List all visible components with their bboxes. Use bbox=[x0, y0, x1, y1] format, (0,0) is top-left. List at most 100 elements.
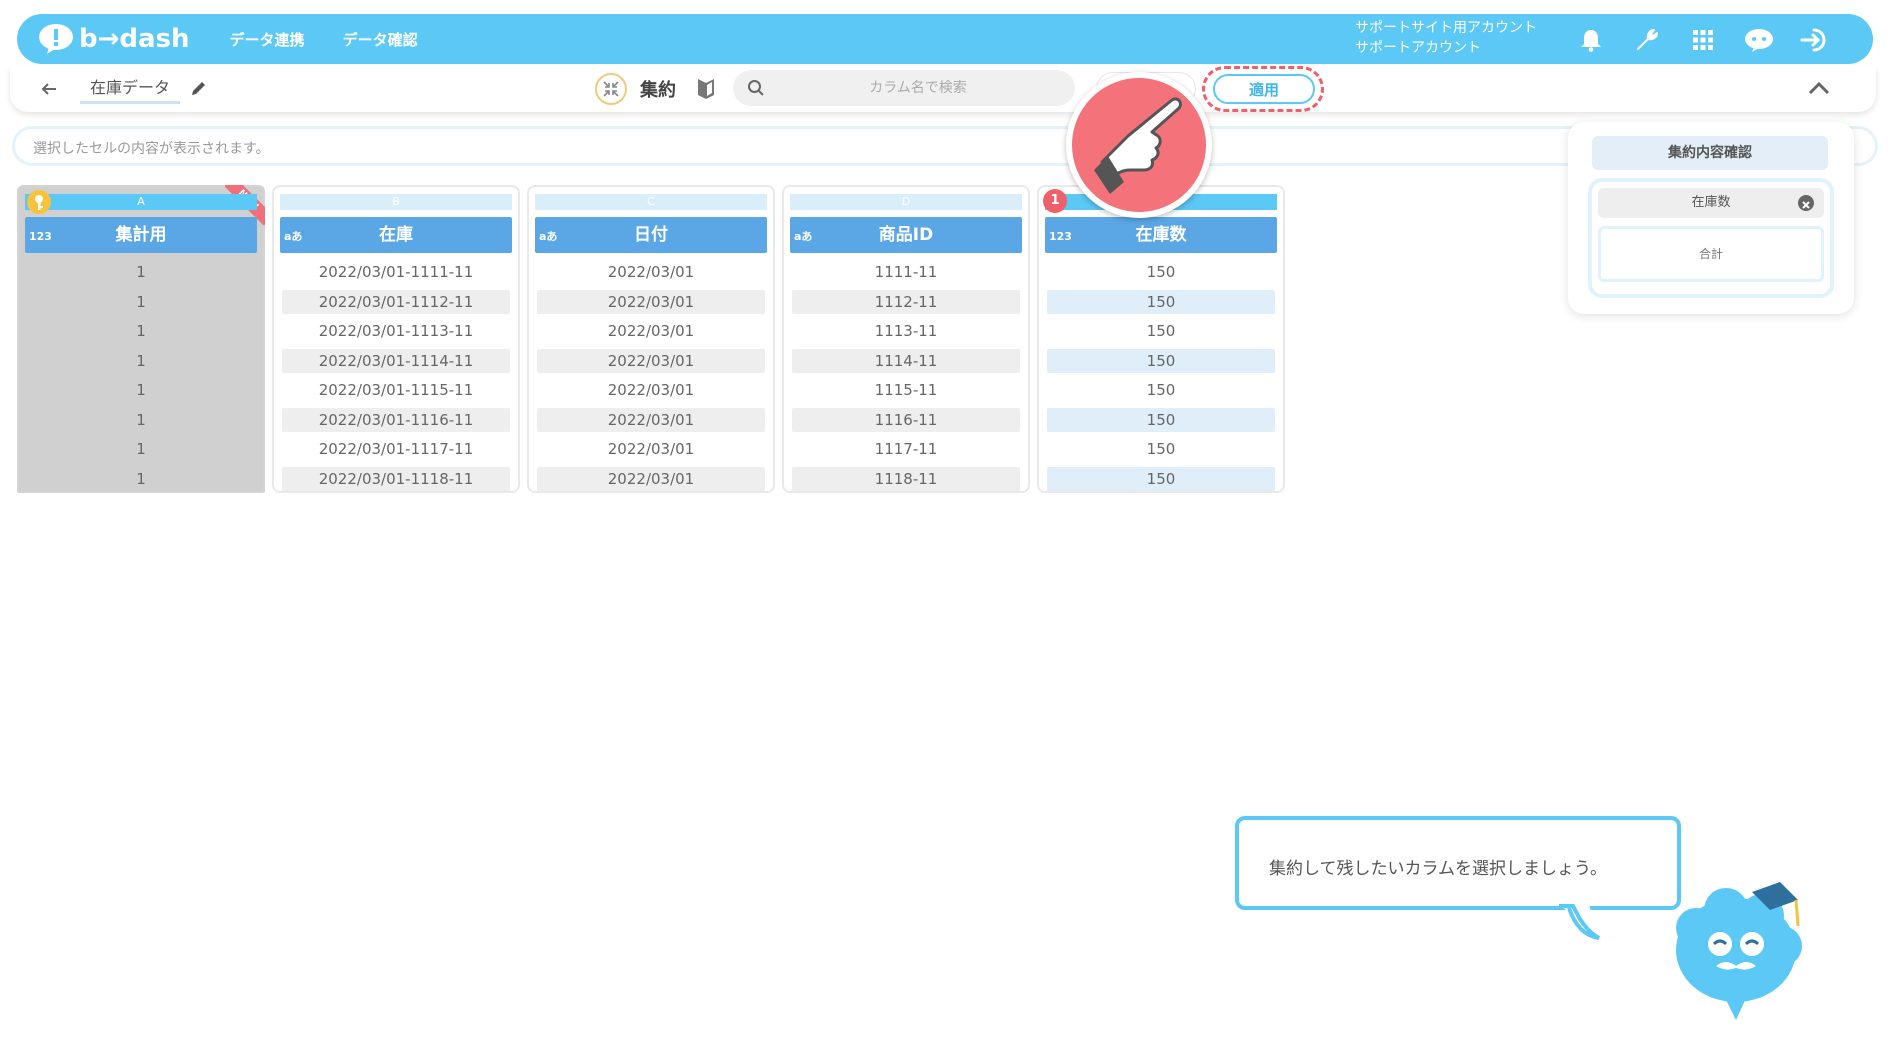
table-cell[interactable]: 150 bbox=[1047, 437, 1275, 461]
column-a[interactable]: NEW A 123 集計用 1 1 1 1 1 1 1 1 bbox=[17, 185, 265, 493]
logout-icon[interactable] bbox=[1799, 24, 1831, 56]
column-search[interactable] bbox=[733, 70, 1075, 106]
table-cell[interactable]: 150 bbox=[1047, 408, 1275, 432]
back-arrow-icon[interactable] bbox=[38, 78, 60, 100]
nav-data-check[interactable]: データ確認 bbox=[343, 29, 418, 50]
panel-title: 集約内容確認 bbox=[1592, 136, 1828, 170]
text-type-icon: aあ bbox=[539, 230, 558, 243]
column-header[interactable]: aあ 在庫 bbox=[280, 217, 512, 253]
chevron-up-icon[interactable] bbox=[1806, 76, 1832, 102]
bell-icon[interactable] bbox=[1575, 24, 1607, 56]
table-cell[interactable]: 150 bbox=[1047, 290, 1275, 314]
account-info[interactable]: サポートサイト用アカウント サポートアカウント bbox=[1355, 18, 1537, 58]
table-cell[interactable]: 1113-11 bbox=[792, 319, 1020, 343]
brand-logo[interactable]: b→dash bbox=[37, 23, 190, 55]
table-cell[interactable]: 1115-11 bbox=[792, 378, 1020, 402]
table-cell[interactable]: 2022/03/01 bbox=[537, 260, 765, 284]
column-letter[interactable]: B bbox=[280, 194, 512, 210]
table-cell[interactable]: 2022/03/01-1116-11 bbox=[282, 408, 510, 432]
text-type-icon: aあ bbox=[284, 230, 303, 243]
column-header[interactable]: aあ 商品ID bbox=[790, 217, 1022, 253]
table-cell[interactable]: 2022/03/01-1112-11 bbox=[282, 290, 510, 314]
chat-icon[interactable] bbox=[1743, 24, 1775, 56]
mascot-character bbox=[1666, 878, 1818, 1020]
aggregated-column-chip[interactable]: 在庫数 bbox=[1598, 188, 1824, 218]
search-input[interactable] bbox=[773, 70, 1063, 106]
column-letter[interactable]: C bbox=[535, 194, 767, 210]
column-c[interactable]: C aあ 日付 2022/03/01 2022/03/01 2022/03/01… bbox=[527, 185, 775, 493]
column-name: 集計用 bbox=[115, 225, 167, 245]
table-cell[interactable]: 1 bbox=[27, 349, 255, 373]
table-cell[interactable]: 1 bbox=[27, 319, 255, 343]
table-cell[interactable]: 2022/03/01 bbox=[537, 437, 765, 461]
mascot-graduate-icon bbox=[1676, 882, 1802, 1020]
apply-button[interactable]: 適用 bbox=[1213, 74, 1315, 104]
column-header[interactable]: 123 集計用 bbox=[25, 217, 257, 253]
table-cell[interactable]: 2022/03/01 bbox=[537, 408, 765, 432]
column-b[interactable]: B aあ 在庫 2022/03/01-1111-11 2022/03/01-11… bbox=[272, 185, 520, 493]
text-type-icon: aあ bbox=[794, 230, 813, 243]
column-e[interactable]: 1 123 在庫数 150 150 150 150 150 150 150 15… bbox=[1037, 185, 1285, 493]
table-name: 在庫データ bbox=[80, 76, 181, 104]
grid-icon[interactable] bbox=[1687, 24, 1719, 56]
close-icon[interactable] bbox=[1798, 195, 1814, 211]
table-cell[interactable]: 2022/03/01 bbox=[537, 290, 765, 314]
table-cell[interactable]: 1 bbox=[27, 467, 255, 491]
wrench-icon[interactable] bbox=[1631, 24, 1663, 56]
table-cell[interactable]: 1112-11 bbox=[792, 290, 1020, 314]
column-name: 日付 bbox=[634, 225, 668, 245]
nav-data-integration[interactable]: データ連携 bbox=[230, 29, 305, 50]
aggregated-column-name: 在庫数 bbox=[1691, 195, 1731, 210]
table-cell[interactable]: 2022/03/01-1115-11 bbox=[282, 378, 510, 402]
table-cell[interactable]: 150 bbox=[1047, 319, 1275, 343]
tutorial-message: 集約して残したいカラムを選択しましょう。 bbox=[1269, 859, 1607, 879]
table-cell[interactable]: 2022/03/01-1118-11 bbox=[282, 467, 510, 491]
column-name: 在庫 bbox=[379, 225, 413, 245]
numeric-type-icon: 123 bbox=[29, 230, 52, 243]
search-icon bbox=[747, 79, 765, 97]
table-cell[interactable]: 1 bbox=[27, 437, 255, 461]
table-cell[interactable]: 2022/03/01-1113-11 bbox=[282, 319, 510, 343]
table-cell[interactable]: 1 bbox=[27, 290, 255, 314]
hand-pointer-icon bbox=[1094, 97, 1182, 194]
column-header[interactable]: 123 在庫数 bbox=[1045, 217, 1277, 253]
table-cell[interactable]: 150 bbox=[1047, 467, 1275, 491]
column-d[interactable]: D aあ 商品ID 1111-11 1112-11 1113-11 1114-1… bbox=[782, 185, 1030, 493]
table-cell[interactable]: 2022/03/01 bbox=[537, 467, 765, 491]
table-cell[interactable]: 1114-11 bbox=[792, 349, 1020, 373]
column-header[interactable]: aあ 日付 bbox=[535, 217, 767, 253]
apply-highlight: 適用 bbox=[1202, 66, 1324, 112]
table-cell[interactable]: 1 bbox=[27, 408, 255, 432]
bubble-tail bbox=[1559, 904, 1601, 940]
table-cell[interactable]: 1111-11 bbox=[792, 260, 1020, 284]
pencil-icon[interactable] bbox=[190, 79, 208, 97]
beginner-mark-icon[interactable] bbox=[696, 77, 716, 101]
tutorial-speech-bubble: 集約して残したいカラムを選択しましょう。 bbox=[1235, 816, 1681, 910]
collapse-arrows-icon[interactable] bbox=[595, 73, 627, 105]
table-cell[interactable]: 2022/03/01-1114-11 bbox=[282, 349, 510, 373]
cell-content-placeholder: 選択したセルの内容が表示されます。 bbox=[33, 141, 270, 157]
logo-text: b→dash bbox=[79, 24, 190, 54]
table-cell[interactable]: 1117-11 bbox=[792, 437, 1020, 461]
aggregation-summary-panel: 集約内容確認 在庫数 合計 bbox=[1568, 122, 1854, 314]
table-cell[interactable]: 1 bbox=[27, 260, 255, 284]
table-cell[interactable]: 1116-11 bbox=[792, 408, 1020, 432]
editor-toolbar: 在庫データ 集約 適用 bbox=[10, 66, 1876, 112]
table-cell[interactable]: 1 bbox=[27, 378, 255, 402]
table-cell[interactable]: 2022/03/01 bbox=[537, 378, 765, 402]
aggregation-function[interactable]: 合計 bbox=[1598, 226, 1824, 282]
table-cell[interactable]: 150 bbox=[1047, 349, 1275, 373]
table-cell[interactable]: 150 bbox=[1047, 378, 1275, 402]
table-cell[interactable]: 1118-11 bbox=[792, 467, 1020, 491]
table-cell[interactable]: 2022/03/01-1117-11 bbox=[282, 437, 510, 461]
aggregation-group: 在庫数 合計 bbox=[1588, 178, 1834, 298]
table-cell[interactable]: 2022/03/01 bbox=[537, 349, 765, 373]
table-cell[interactable]: 150 bbox=[1047, 260, 1275, 284]
key-icon bbox=[27, 190, 51, 214]
column-letter[interactable]: A bbox=[25, 194, 257, 210]
table-cell[interactable]: 2022/03/01-1111-11 bbox=[282, 260, 510, 284]
top-navigation-bar: b→dash データ連携 データ確認 サポートサイト用アカウント サポートアカウ… bbox=[17, 14, 1873, 64]
column-letter[interactable]: D bbox=[790, 194, 1022, 210]
table-cell[interactable]: 2022/03/01 bbox=[537, 319, 765, 343]
numeric-type-icon: 123 bbox=[1049, 230, 1072, 243]
